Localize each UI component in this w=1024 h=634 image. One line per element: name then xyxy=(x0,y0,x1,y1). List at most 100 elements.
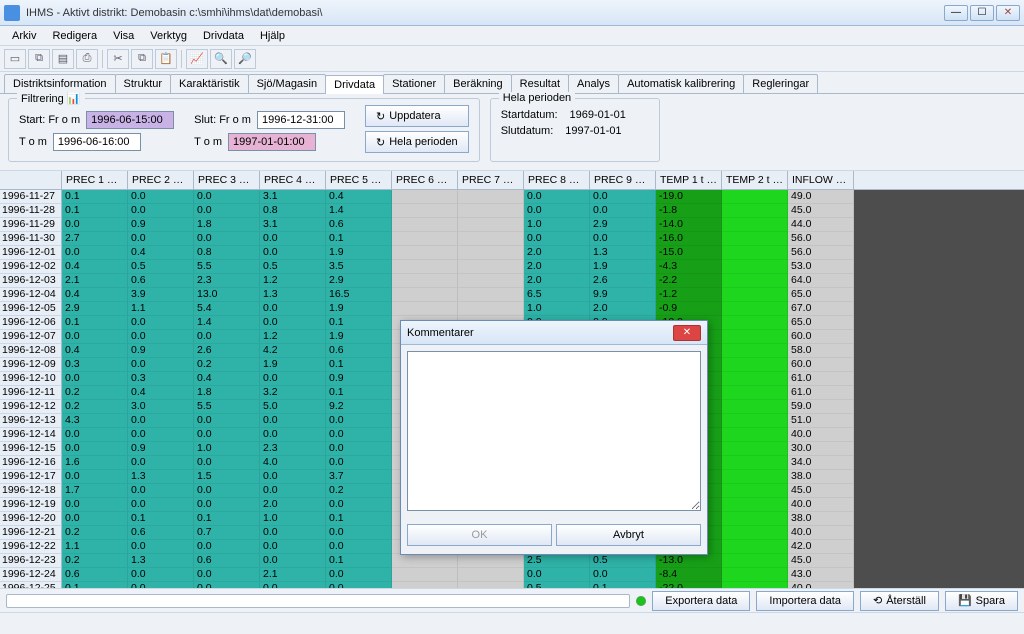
cell[interactable]: 0.1 xyxy=(326,232,392,246)
cell[interactable]: 1.4 xyxy=(194,316,260,330)
cell[interactable]: 61.0 xyxy=(788,386,854,400)
cell[interactable]: 2.0 xyxy=(524,274,590,288)
menu-hjalp[interactable]: Hjälp xyxy=(252,28,293,44)
cell[interactable]: 1.0 xyxy=(260,512,326,526)
cell[interactable]: 1.0 xyxy=(194,442,260,456)
cell[interactable]: 0.2 xyxy=(62,526,128,540)
cell[interactable] xyxy=(722,470,788,484)
tab-automatisk-kalibrering[interactable]: Automatisk kalibrering xyxy=(618,74,744,93)
cell[interactable]: 0.0 xyxy=(62,470,128,484)
cell[interactable]: 65.0 xyxy=(788,288,854,302)
cell[interactable]: 0.0 xyxy=(128,358,194,372)
cell[interactable] xyxy=(458,554,524,568)
cell[interactable] xyxy=(722,400,788,414)
cell[interactable]: 2.3 xyxy=(260,442,326,456)
cell[interactable]: 0.0 xyxy=(62,442,128,456)
cell[interactable]: 3.0 xyxy=(128,400,194,414)
cell[interactable]: 0.0 xyxy=(194,232,260,246)
cell[interactable] xyxy=(392,218,458,232)
cut-icon[interactable]: ✂ xyxy=(107,49,129,69)
cell[interactable]: -19.0 xyxy=(656,190,722,204)
cell[interactable]: 0.0 xyxy=(62,428,128,442)
cell[interactable]: 1.6 xyxy=(62,456,128,470)
cell[interactable]: 1.8 xyxy=(194,218,260,232)
cell[interactable]: 0.0 xyxy=(326,568,392,582)
cell[interactable] xyxy=(722,302,788,316)
cell[interactable] xyxy=(392,288,458,302)
cell[interactable]: 1.1 xyxy=(62,540,128,554)
cell[interactable]: 0.0 xyxy=(62,512,128,526)
cancel-button[interactable]: Avbryt xyxy=(556,524,701,546)
cell[interactable]: 2.3 xyxy=(194,274,260,288)
cell[interactable]: 0.6 xyxy=(128,526,194,540)
cell[interactable]: 0.0 xyxy=(590,204,656,218)
cell[interactable]: 9.9 xyxy=(590,288,656,302)
comment-textarea[interactable] xyxy=(407,351,701,511)
cell[interactable]: 0.9 xyxy=(326,372,392,386)
cell[interactable]: 2.0 xyxy=(524,246,590,260)
cell[interactable]: 45.0 xyxy=(788,484,854,498)
cell[interactable]: 0.4 xyxy=(62,288,128,302)
cell[interactable]: 0.0 xyxy=(62,218,128,232)
start-to-input[interactable] xyxy=(53,133,141,151)
cell[interactable] xyxy=(722,288,788,302)
cell[interactable]: 0.1 xyxy=(62,316,128,330)
cell[interactable] xyxy=(722,190,788,204)
cell[interactable]: 2.6 xyxy=(194,344,260,358)
cell[interactable]: 0.5 xyxy=(590,554,656,568)
update-button[interactable]: ↻Uppdatera xyxy=(365,105,469,127)
cell[interactable]: 0.0 xyxy=(128,190,194,204)
tab-sj-magasin[interactable]: Sjö/Magasin xyxy=(248,74,327,93)
column-header[interactable]: PREC 9 p 3... xyxy=(590,171,656,189)
cell[interactable]: 0.0 xyxy=(590,568,656,582)
cell[interactable]: 1.4 xyxy=(326,204,392,218)
cell[interactable]: 0.0 xyxy=(128,498,194,512)
whole-period-button[interactable]: ↻Hela perioden xyxy=(365,131,469,153)
cell[interactable]: 0.0 xyxy=(128,428,194,442)
cell[interactable]: 9.2 xyxy=(326,400,392,414)
cell[interactable]: 0.0 xyxy=(128,414,194,428)
column-header[interactable]: PREC 6 p 1... xyxy=(392,171,458,189)
chart-icon[interactable]: 📈 xyxy=(186,49,208,69)
cell[interactable]: 0.0 xyxy=(62,330,128,344)
tab-struktur[interactable]: Struktur xyxy=(115,74,172,93)
cell[interactable]: 0.0 xyxy=(590,190,656,204)
cell[interactable]: -1.2 xyxy=(656,288,722,302)
cell[interactable]: 0.5 xyxy=(128,260,194,274)
cell[interactable]: 5.0 xyxy=(260,400,326,414)
cell[interactable] xyxy=(722,554,788,568)
cell[interactable]: 2.0 xyxy=(524,260,590,274)
cell[interactable]: 0.0 xyxy=(128,330,194,344)
cell[interactable]: 51.0 xyxy=(788,414,854,428)
cell[interactable] xyxy=(392,302,458,316)
menu-redigera[interactable]: Redigera xyxy=(44,28,105,44)
cell[interactable]: 3.1 xyxy=(260,218,326,232)
cell[interactable]: 43.0 xyxy=(788,568,854,582)
cell[interactable]: 0.9 xyxy=(128,442,194,456)
cell[interactable]: 0.2 xyxy=(62,386,128,400)
cell[interactable]: 1.3 xyxy=(128,554,194,568)
cell[interactable]: 0.1 xyxy=(326,554,392,568)
cell[interactable]: 60.0 xyxy=(788,330,854,344)
cell[interactable]: -8.4 xyxy=(656,568,722,582)
cell[interactable]: 4.2 xyxy=(260,344,326,358)
tab-karakt-ristik[interactable]: Karaktäristik xyxy=(170,74,249,93)
cell[interactable]: 0.0 xyxy=(260,554,326,568)
cell[interactable]: 0.6 xyxy=(326,344,392,358)
cell[interactable]: 0.6 xyxy=(326,218,392,232)
cell[interactable]: 40.0 xyxy=(788,428,854,442)
cell[interactable]: 0.3 xyxy=(62,358,128,372)
cell[interactable]: 0.0 xyxy=(194,330,260,344)
cell[interactable]: 1.9 xyxy=(326,246,392,260)
cell[interactable]: 0.0 xyxy=(128,456,194,470)
cell[interactable] xyxy=(722,414,788,428)
cell[interactable]: 0.0 xyxy=(194,456,260,470)
cell[interactable]: 2.9 xyxy=(590,218,656,232)
import-button[interactable]: Importera data xyxy=(756,591,854,611)
menu-verktyg[interactable]: Verktyg xyxy=(142,28,195,44)
cell[interactable]: 34.0 xyxy=(788,456,854,470)
cell[interactable] xyxy=(458,232,524,246)
cell[interactable]: -15.0 xyxy=(656,246,722,260)
cell[interactable] xyxy=(458,204,524,218)
cell[interactable]: 1.3 xyxy=(128,470,194,484)
